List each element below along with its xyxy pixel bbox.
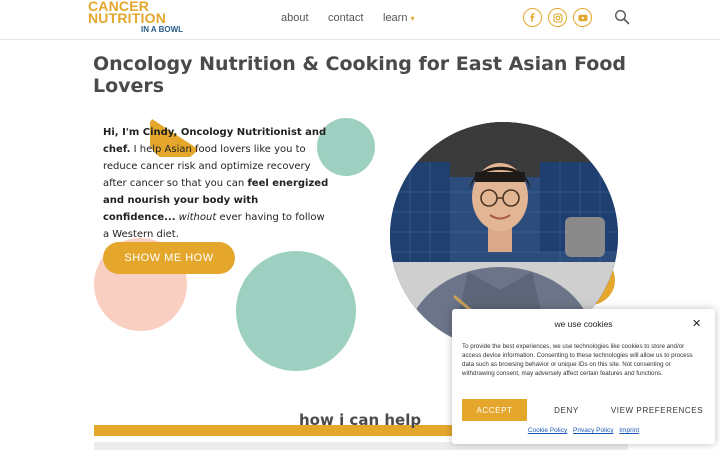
youtube-icon[interactable]	[573, 8, 592, 27]
close-icon[interactable]: ✕	[692, 317, 701, 330]
privacy-policy-link[interactable]: Privacy Policy	[573, 427, 613, 434]
section-title-help: how i can help	[299, 411, 422, 429]
logo-line-2: NUTRITION	[88, 10, 167, 26]
decorative-circle-teal-large	[236, 251, 356, 371]
nav-learn-label: learn	[383, 12, 408, 24]
view-preferences-button[interactable]: VIEW PREFERENCES	[606, 399, 708, 421]
facebook-icon[interactable]	[523, 8, 542, 27]
chevron-down-icon: ▾	[410, 14, 415, 23]
intro-italic: without	[175, 212, 217, 223]
logo-line-3: IN A BOWL	[141, 25, 184, 34]
nav-about[interactable]: about	[281, 12, 309, 24]
cookie-description: To provide the best experiences, we use …	[462, 343, 693, 377]
accept-cookies-button[interactable]: ACCEPT	[462, 399, 527, 421]
site-logo[interactable]: CANCER NUTRITION IN A BOWL	[88, 0, 188, 36]
nav-learn[interactable]: learn ▾	[383, 12, 414, 24]
cookie-policy-link[interactable]: Cookie Policy	[528, 427, 567, 434]
imprint-link[interactable]: Imprint	[619, 427, 639, 434]
search-icon[interactable]	[614, 9, 630, 25]
cookie-title: we use cookies	[554, 319, 613, 329]
cookie-links: Cookie Policy Privacy Policy Imprint	[452, 427, 715, 434]
cookie-consent-banner: we use cookies ✕ To provide the best exp…	[452, 309, 715, 444]
show-me-how-button[interactable]: SHOW ME HOW	[103, 242, 235, 274]
nav-contact[interactable]: contact	[328, 12, 363, 24]
page-title: Oncology Nutrition & Cooking for East As…	[93, 53, 626, 97]
instagram-icon[interactable]	[548, 8, 567, 27]
site-header: CANCER NUTRITION IN A BOWL about contact…	[0, 0, 720, 40]
deny-cookies-button[interactable]: DENY	[534, 399, 599, 421]
intro-text: Hi, I'm Cindy, Oncology Nutritionist and…	[103, 124, 333, 243]
